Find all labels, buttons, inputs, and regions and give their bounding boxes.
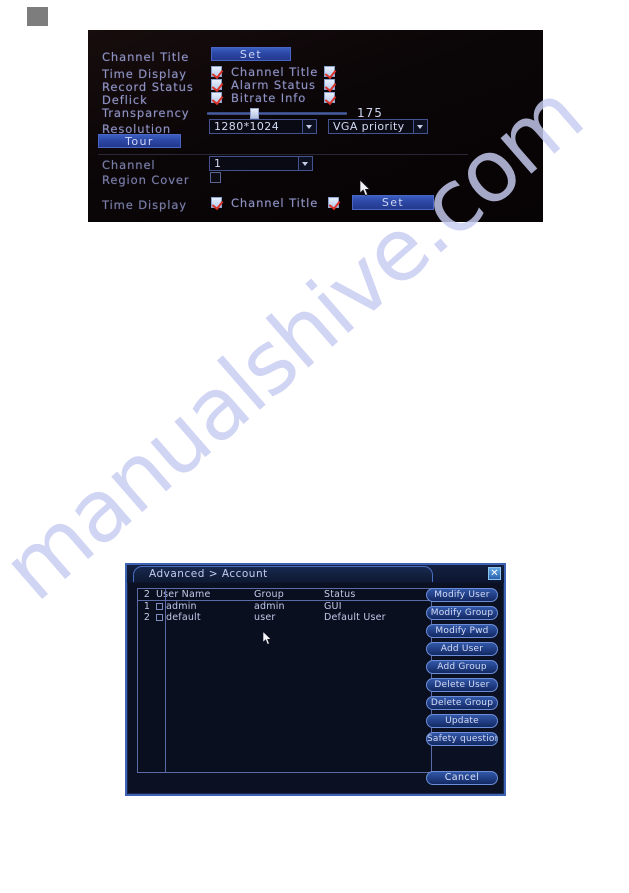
row-user-name: admin (156, 601, 254, 612)
header-index: 2 (143, 589, 151, 600)
transparency-value: 175 (357, 106, 383, 120)
transparency-slider-handle[interactable] (250, 107, 259, 119)
alarm-status-checkbox[interactable] (324, 79, 335, 90)
row-group: user (254, 612, 276, 623)
bottom-set-button[interactable]: Set (352, 195, 434, 210)
row-status: Default User (324, 612, 386, 623)
modify-group-button[interactable]: Modify Group (426, 606, 498, 620)
mouse-cursor-icon (263, 631, 272, 645)
column-separator (165, 589, 166, 772)
add-group-button[interactable]: Add Group (426, 660, 498, 674)
row-region-cover: Region Cover (102, 173, 190, 187)
header-group: Group (254, 589, 284, 600)
transparency-label: Transparency (102, 106, 190, 120)
region-cover-label: Region Cover (102, 173, 190, 187)
row-time-display: Time Display (102, 67, 187, 81)
deflick-checkbox[interactable] (211, 92, 222, 103)
bitrate-info-checkbox[interactable] (324, 92, 335, 103)
transparency-slider-group: 175 (207, 106, 383, 120)
table-header-row: 2 User Name Group Status (138, 589, 431, 601)
channel-title-cb-label: Channel Title (231, 65, 319, 79)
bottom-channel-title-label: Channel Title (231, 196, 319, 210)
channel-dropdown[interactable]: 1 (209, 156, 313, 171)
dialog-titlebar: Advanced > Account ✕ (127, 565, 504, 583)
table-row[interactable]: 1 admin admin GUI (138, 601, 431, 612)
modify-pwd-button[interactable]: Modify Pwd (426, 624, 498, 638)
update-button[interactable]: Update (426, 714, 498, 728)
resolution-value: 1280*1024 (214, 120, 280, 133)
row-group: admin (254, 601, 285, 612)
close-icon[interactable]: ✕ (488, 567, 501, 580)
modify-user-button[interactable]: Modify User (426, 588, 498, 602)
row-user-name: default (156, 612, 254, 623)
delete-group-button[interactable]: Delete Group (426, 696, 498, 710)
row-index: 2 (143, 612, 151, 623)
cancel-button[interactable]: Cancel (426, 771, 498, 785)
row-user-name-text: default (166, 612, 201, 623)
channel-title-checkbox[interactable] (324, 66, 335, 77)
mouse-cursor-icon (360, 180, 371, 196)
tour-button[interactable]: Tour (98, 134, 181, 148)
breadcrumb: Advanced > Account (149, 568, 268, 580)
chevron-down-icon[interactable] (302, 120, 316, 133)
bottom-time-display-checkbox[interactable] (211, 197, 222, 208)
channel-title-label: Channel Title (102, 50, 190, 64)
chevron-down-icon[interactable] (298, 157, 312, 170)
bitrate-info-label: Bitrate Info (231, 91, 307, 105)
section-divider (98, 154, 468, 155)
channel-label: Channel (102, 158, 156, 172)
account-dialog: Advanced > Account ✕ 2 User Name Group S… (125, 563, 506, 796)
resolution-dropdown[interactable]: 1280*1024 (209, 119, 317, 134)
header-status: Status (324, 589, 356, 600)
page-corner-block (27, 7, 48, 26)
channel-value: 1 (214, 157, 222, 170)
display-settings-panel: Channel Title Set Time Display Channel T… (88, 30, 543, 222)
channel-title-set-button[interactable]: Set (211, 47, 291, 61)
delete-user-button[interactable]: Delete User (426, 678, 498, 692)
user-table: 2 User Name Group Status 1 admin admin G… (138, 589, 431, 623)
safety-question-button[interactable]: Safety question (426, 732, 498, 746)
add-user-button[interactable]: Add User (426, 642, 498, 656)
user-list-frame: 2 User Name Group Status 1 admin admin G… (137, 588, 432, 773)
time-display-label: Time Display (102, 67, 187, 81)
chevron-down-icon[interactable] (413, 120, 427, 133)
row-select-checkbox[interactable] (156, 614, 163, 621)
bottom-time-display-label: Time Display (102, 198, 187, 212)
deflick-label: Deflick (102, 93, 148, 107)
row-record-status: Record Status (102, 80, 194, 94)
transparency-slider[interactable] (207, 107, 347, 119)
row-transparency: Transparency (102, 106, 190, 120)
row-deflick: Deflick (102, 93, 148, 107)
row-channel-title: Channel Title (102, 50, 189, 64)
table-row[interactable]: 2 default user Default User (138, 612, 431, 623)
row-select-checkbox[interactable] (156, 603, 163, 610)
output-priority-dropdown[interactable]: VGA priority (328, 119, 428, 134)
record-status-checkbox[interactable] (211, 79, 222, 90)
row-index: 1 (143, 601, 151, 612)
row-bottom-time-display: Time Display (102, 198, 187, 212)
output-priority-value: VGA priority (333, 120, 405, 133)
bottom-channel-title-checkbox[interactable] (328, 197, 339, 208)
row-channel: Channel (102, 158, 156, 172)
region-cover-checkbox[interactable] (210, 172, 221, 183)
alarm-status-label: Alarm Status (231, 78, 316, 92)
row-status: GUI (324, 601, 342, 612)
time-display-checkbox[interactable] (211, 66, 222, 77)
record-status-label: Record Status (102, 80, 194, 94)
row-user-name-text: admin (166, 601, 197, 612)
account-action-buttons: Modify User Modify Group Modify Pwd Add … (426, 588, 498, 750)
header-user-name: User Name (156, 589, 211, 600)
